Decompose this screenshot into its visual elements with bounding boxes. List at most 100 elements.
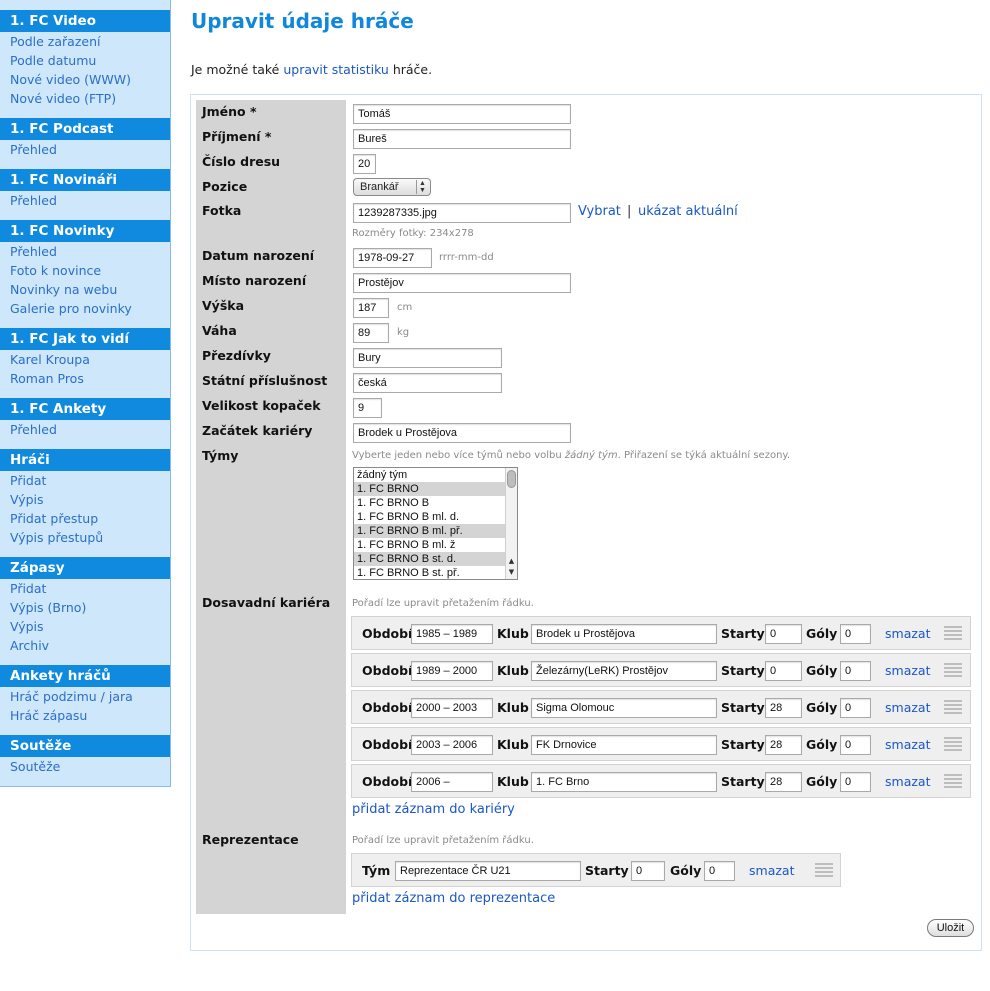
delete-link[interactable]: smazat (885, 774, 930, 789)
club-input[interactable]: FK Drnovice (531, 735, 717, 755)
period-input[interactable]: 2000 – 2003 (411, 698, 493, 718)
team-option[interactable]: žádný tým (354, 468, 506, 482)
scroll-down-icon[interactable]: ▼ (506, 567, 517, 577)
period-input[interactable]: 2006 – (411, 772, 493, 792)
career-row[interactable]: Období 1989 – 2000 Klub Železárny(LeRK) … (351, 653, 971, 687)
weight-input[interactable]: 89 (353, 323, 389, 343)
sidebar-heading[interactable]: 1. FC Jak to vidí (0, 328, 170, 350)
sidebar-item[interactable]: Výpis (Brno) (0, 598, 170, 617)
sidebar-item[interactable]: Přidat (0, 471, 170, 490)
sidebar-item[interactable]: Hráč podzimu / jara (0, 687, 170, 706)
scroll-thumb[interactable] (507, 470, 516, 488)
birth-place-input[interactable]: Prostějov (353, 273, 571, 293)
sidebar-item[interactable]: Foto k novince (0, 261, 170, 280)
drag-handle-icon[interactable] (944, 626, 962, 640)
sidebar-item[interactable]: Přehled (0, 191, 170, 210)
representation-row[interactable]: Tým Reprezentace ČR U21 Starty 0 Góly 0 … (351, 853, 841, 887)
starts-input[interactable]: 28 (765, 698, 802, 718)
delete-link[interactable]: smazat (885, 663, 930, 678)
career-row[interactable]: Období 2000 – 2003 Klub Sigma Olomouc St… (351, 690, 971, 724)
rep-goals-input[interactable]: 0 (704, 861, 735, 881)
goals-input[interactable]: 0 (840, 624, 871, 644)
sidebar-item[interactable]: Přidat přestup (0, 509, 170, 528)
delete-link[interactable]: smazat (885, 737, 930, 752)
club-input[interactable]: Železárny(LeRK) Prostějov (531, 661, 717, 681)
photo-show-link[interactable]: ukázat aktuální (638, 204, 738, 219)
drag-handle-icon[interactable] (815, 863, 833, 877)
sidebar-heading[interactable]: 1. FC Ankety (0, 398, 170, 420)
sidebar-heading[interactable]: 1. FC Novinky (0, 220, 170, 242)
career-row[interactable]: Období 2003 – 2006 Klub FK Drnovice Star… (351, 727, 971, 761)
club-input[interactable]: Brodek u Prostějova (531, 624, 717, 644)
sidebar-heading[interactable]: Zápasy (0, 557, 170, 579)
rep-starts-input[interactable]: 0 (631, 861, 665, 881)
sidebar-heading[interactable]: Soutěže (0, 735, 170, 757)
sidebar-heading[interactable]: 1. FC Video (0, 10, 170, 32)
goals-input[interactable]: 0 (840, 772, 871, 792)
photo-input[interactable]: 1239287335.jpg (353, 203, 571, 223)
team-option[interactable]: 1. FC BRNO (354, 482, 506, 496)
drag-handle-icon[interactable] (944, 663, 962, 677)
sidebar-item[interactable]: Karel Kroupa (0, 350, 170, 369)
starts-input[interactable]: 28 (765, 735, 802, 755)
team-option[interactable]: 1. FC BRNO B st. d. (354, 552, 506, 566)
sidebar-item[interactable]: Soutěže (0, 757, 170, 776)
save-button[interactable]: Uložit (927, 919, 974, 937)
add-career-link[interactable]: přidat záznam do kariéry (352, 802, 515, 817)
sidebar-item[interactable]: Nové video (WWW) (0, 70, 170, 89)
starts-input[interactable]: 28 (765, 772, 802, 792)
sidebar-item[interactable]: Přidat (0, 579, 170, 598)
sidebar-heading[interactable]: Ankety hráčů (0, 665, 170, 687)
birth-date-input[interactable]: 1978-09-27 (353, 248, 432, 268)
drag-handle-icon[interactable] (944, 700, 962, 714)
sidebar-item[interactable]: Podle zařazení (0, 32, 170, 51)
sidebar-item[interactable]: Přehled (0, 140, 170, 159)
photo-choose-link[interactable]: Vybrat (578, 204, 621, 219)
sidebar-item[interactable]: Nové video (FTP) (0, 89, 170, 108)
sidebar-item[interactable]: Výpis přestupů (0, 528, 170, 547)
team-option[interactable]: 1. FC BRNO B (354, 496, 506, 510)
sidebar-item[interactable]: Podle datumu (0, 51, 170, 70)
sidebar-heading[interactable]: 1. FC Podcast (0, 118, 170, 140)
shoe-size-input[interactable]: 9 (353, 398, 382, 418)
team-option[interactable]: 1. FC BRNO B ml. d. (354, 510, 506, 524)
first-name-input[interactable]: Tomáš (353, 104, 571, 124)
sidebar-item[interactable]: Hráč zápasu (0, 706, 170, 725)
rep-team-input[interactable]: Reprezentace ČR U21 (395, 861, 581, 881)
period-input[interactable]: 2003 – 2006 (411, 735, 493, 755)
club-input[interactable]: Sigma Olomouc (531, 698, 717, 718)
sidebar-heading[interactable]: Hráči (0, 449, 170, 471)
edit-statistics-link[interactable]: upravit statistiku (283, 62, 389, 77)
teams-listbox[interactable]: žádný tým 1. FC BRNO 1. FC BRNO B 1. FC … (353, 467, 518, 580)
delete-link[interactable]: smazat (885, 626, 930, 641)
last-name-input[interactable]: Bureš (353, 129, 571, 149)
period-input[interactable]: 1989 – 2000 (411, 661, 493, 681)
career-start-input[interactable]: Brodek u Prostějova (353, 423, 571, 443)
career-row[interactable]: Období 2006 – Klub 1. FC Brno Starty 28 … (351, 764, 971, 798)
drag-handle-icon[interactable] (944, 737, 962, 751)
position-select[interactable]: Brankář ▲ ▼ (353, 178, 431, 196)
goals-input[interactable]: 0 (840, 661, 871, 681)
starts-input[interactable]: 0 (765, 661, 802, 681)
delete-link[interactable]: smazat (885, 700, 930, 715)
jersey-input[interactable]: 20 (353, 154, 376, 174)
sidebar-heading[interactable]: 1. FC Novináři (0, 169, 170, 191)
scroll-up-icon[interactable]: ▲ (506, 556, 517, 566)
team-option[interactable]: 1. FC BRNO B ml. ž (354, 538, 506, 552)
team-option[interactable]: 1. FC BRNO B st. př. (354, 566, 506, 579)
team-option[interactable]: 1. FC BRNO B ml. př. (354, 524, 506, 538)
sidebar-item[interactable]: Přehled (0, 242, 170, 261)
delete-link[interactable]: smazat (749, 863, 794, 878)
height-input[interactable]: 187 (353, 298, 389, 318)
sidebar-item[interactable]: Výpis (0, 490, 170, 509)
add-representation-link[interactable]: přidat záznam do reprezentace (352, 891, 555, 906)
goals-input[interactable]: 0 (840, 735, 871, 755)
nicknames-input[interactable]: Bury (353, 348, 502, 368)
career-row[interactable]: Období 1985 – 1989 Klub Brodek u Prostěj… (351, 616, 971, 650)
sidebar-item[interactable]: Roman Pros (0, 369, 170, 388)
goals-input[interactable]: 0 (840, 698, 871, 718)
starts-input[interactable]: 0 (765, 624, 802, 644)
period-input[interactable]: 1985 – 1989 (411, 624, 493, 644)
sidebar-item[interactable]: Novinky na webu (0, 280, 170, 299)
sidebar-item[interactable]: Galerie pro novinky (0, 299, 170, 318)
